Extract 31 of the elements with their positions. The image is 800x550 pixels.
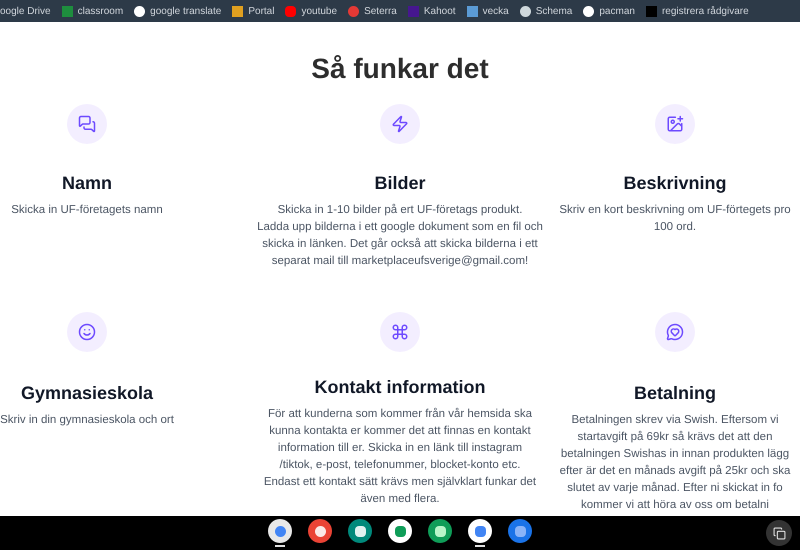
step-description: Skriv in din gymnasieskola och ort — [0, 413, 174, 428]
overview-button[interactable] — [766, 520, 792, 546]
step-title: Betalning — [634, 382, 716, 405]
bookmark-link[interactable]: google translate — [150, 4, 222, 18]
bookmark-link[interactable]: classroom — [78, 4, 124, 18]
step-title: Kontakt information — [314, 376, 486, 399]
step-title: Beskrivning — [623, 172, 727, 195]
bookmark-link[interactable]: Seterra — [364, 4, 397, 18]
bookmark-link[interactable]: youtube — [301, 4, 338, 18]
bookmark-link[interactable]: registrera rådgivare — [662, 4, 749, 18]
bookmark-link[interactable]: pacman — [599, 4, 635, 18]
command-icon — [391, 323, 409, 341]
lightning-icon — [391, 115, 409, 133]
step-title: Gymnasieskola — [20, 382, 154, 405]
bookmark-link[interactable]: Portal — [248, 4, 274, 18]
windows-icon — [772, 526, 786, 540]
page-heading: Så funkar det — [310, 52, 490, 86]
step-title: Namn — [62, 172, 112, 195]
heart-bubble-icon — [666, 323, 684, 341]
step-description: Betalningen skrev via Swish. Eftersom vi startavgift på 69kr så krävs det att den betalningen Swishas in innan produkten lägg efter är det en månads avgift på 25kr och ska slutet av varje månad. Efter ni skickat in fo kommer vi att höra av oss om betalni — [560, 413, 790, 513]
step-title: Bilder — [374, 172, 426, 195]
bookmark-link[interactable]: vecka — [482, 4, 509, 18]
image-plus-icon — [666, 115, 684, 133]
chat-bubbles-icon — [78, 115, 96, 133]
step-description: Skicka in 1-10 bilder på ert UF-företags produkt. Ladda upp bilderna i ett google dokument som en fil och skicka in länken. Det går också att skicka bilderna i ett separat mail till marketplaceufsverige@gmail.com! — [257, 202, 543, 269]
bookmark-link[interactable]: Schema — [536, 4, 572, 18]
step-description: Skriv en kort beskrivning om UF-förtegets pro 100 ord. — [559, 203, 791, 235]
step-description: För att kunderna som kommer från vår hemsida ska kunna kontakta er kommer det att finnas en kontakt information till er. Skicka in en länk till instagram /tiktok, e-post, telefonummer, blocket-konto etc. Endast ett kontakt sätt krävs men självklart funkar det även med flera. — [264, 406, 536, 507]
bookmark-link[interactable]: oogle Drive — [0, 4, 51, 18]
bookmark-link[interactable]: Kahoot — [424, 4, 456, 18]
step-description: Skicka in UF-företagets namn — [11, 203, 163, 218]
